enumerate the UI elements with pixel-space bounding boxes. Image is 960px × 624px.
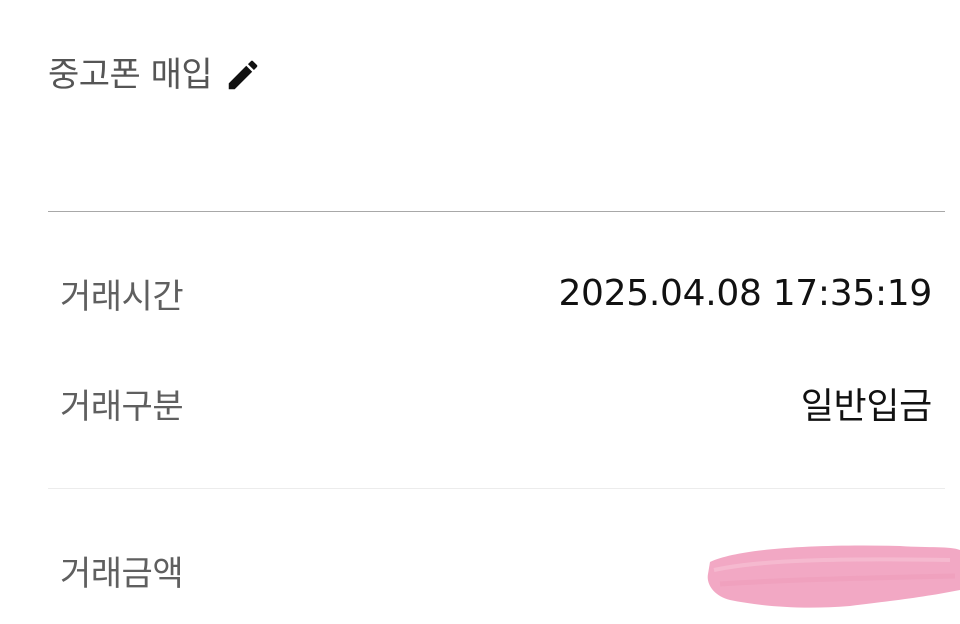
- transaction-time-label: 거래시간: [60, 276, 184, 317]
- transaction-type-row: 거래구분 일반입금: [60, 378, 932, 428]
- pencil-icon[interactable]: [224, 56, 262, 94]
- transaction-type-label: 거래구분: [60, 386, 184, 427]
- transaction-time-row: 거래시간 2025.04.08 17:35:19: [60, 268, 932, 318]
- transaction-type-value: 일반입금: [800, 386, 933, 427]
- transaction-title: 중고폰 매입: [48, 55, 213, 95]
- redacted-amount-mark: [700, 540, 960, 612]
- row-divider: [48, 488, 945, 489]
- transaction-amount-label: 거래금액: [60, 553, 184, 594]
- transaction-title-row: 중고폰 매입: [48, 52, 262, 98]
- section-divider: [48, 211, 945, 212]
- transaction-time-value: 2025.04.08 17:35:19: [558, 272, 932, 314]
